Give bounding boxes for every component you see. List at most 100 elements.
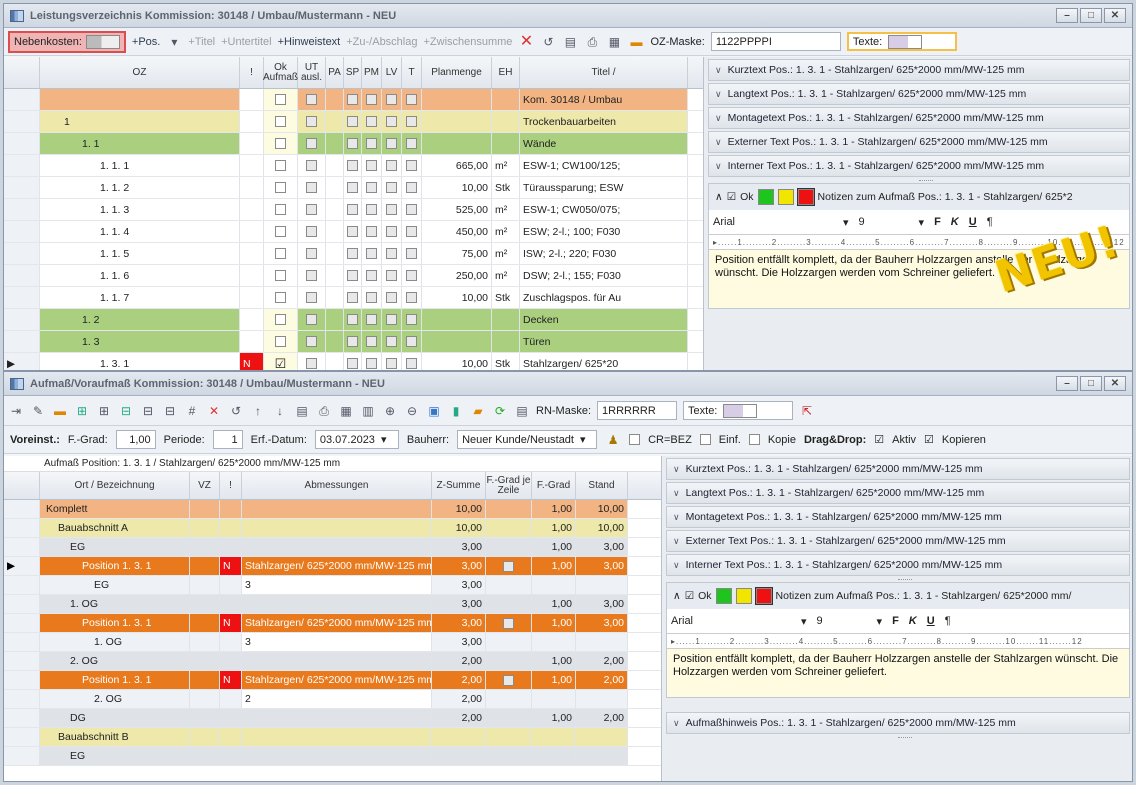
aufmass-col-header[interactable]: F.-Grad je Zeile	[486, 472, 532, 499]
lv-row[interactable]: 1. 1 Wände	[4, 133, 703, 155]
people-icon[interactable]: ♟	[605, 432, 621, 448]
option-checkbox[interactable]	[344, 133, 362, 154]
text-section-header[interactable]: ∨ Interner Text Pos.: 1. 3. 1 - Stahlzarg…	[666, 554, 1130, 580]
up-icon[interactable]: ↑	[250, 403, 266, 419]
bold-icon[interactable]: F	[934, 216, 941, 228]
undo-icon[interactable]: ↺	[540, 34, 556, 50]
option-checkbox[interactable]	[382, 265, 402, 286]
texte-toggle[interactable]: Texte:	[846, 32, 957, 51]
aufmass-row[interactable]: Komplett 10,00 1,00 10,00	[4, 500, 661, 519]
option-checkbox[interactable]	[362, 221, 382, 242]
option-checkbox[interactable]	[362, 111, 382, 132]
option-checkbox[interactable]	[382, 111, 402, 132]
ok-aufmass-checkbox[interactable]: ☑	[264, 353, 298, 370]
erf-datum-select[interactable]: 03.07.2023 ▾	[314, 430, 399, 449]
zoom-in-icon[interactable]: ⊕	[382, 403, 398, 419]
print-icon[interactable]: ⎙	[584, 34, 600, 50]
ok-aufmass-checkbox[interactable]	[264, 287, 298, 308]
insert2-icon[interactable]: ⊟	[140, 403, 156, 419]
bauherr-select[interactable]: Neuer Kunde/Neustadt ▾	[457, 430, 598, 449]
option-checkbox[interactable]	[402, 111, 422, 132]
option-checkbox[interactable]	[298, 309, 326, 330]
kopieren-checkbox[interactable]: ☑	[924, 433, 934, 446]
aufmass-col-header[interactable]: Stand	[576, 472, 628, 499]
add-zwischensumme-button[interactable]: +Zwischensumme	[423, 36, 512, 48]
chart-icon[interactable]: ▮	[448, 403, 464, 419]
pdf-icon[interactable]: ▤	[514, 403, 530, 419]
ruler-icon[interactable]: ▬	[52, 403, 68, 419]
option-checkbox[interactable]	[402, 177, 422, 198]
close-icon[interactable]: ✕	[1104, 376, 1126, 391]
option-checkbox[interactable]	[298, 287, 326, 308]
lv-row[interactable]: 1. 1. 6 250,00 m² DSW; 2-l.; 155; F030	[4, 265, 703, 287]
dropdown-arrow-icon[interactable]: ▾	[166, 34, 182, 50]
number-icon[interactable]: #	[184, 403, 200, 419]
option-checkbox[interactable]	[362, 155, 382, 176]
aufmass-row[interactable]: 2. OG 2,00 1,00 2,00	[4, 652, 661, 671]
notes-textarea[interactable]: Position entfällt komplett, da der Bauhe…	[667, 649, 1129, 697]
option-checkbox[interactable]	[382, 177, 402, 198]
paragraph-icon[interactable]: ¶	[987, 216, 993, 228]
text-section-header[interactable]: ∨ Langtext Pos.: 1. 3. 1 - Stahlzargen/ 6…	[708, 83, 1130, 109]
lv-col-header[interactable]: PA	[326, 57, 344, 88]
size-select[interactable]: 9	[817, 615, 867, 627]
add-titel-button[interactable]: +Titel	[188, 36, 215, 48]
yellow-status-button[interactable]	[735, 588, 752, 604]
option-checkbox[interactable]	[298, 133, 326, 154]
option-checkbox[interactable]	[402, 309, 422, 330]
aufmass-row[interactable]: 1. OG 3,00 1,00 3,00	[4, 595, 661, 614]
ok-aufmass-checkbox[interactable]	[264, 221, 298, 242]
aufmass-col-header[interactable]: !	[220, 472, 242, 499]
aufmass-row[interactable]: Bauabschnitt B	[4, 728, 661, 747]
option-checkbox[interactable]	[298, 331, 326, 352]
option-checkbox[interactable]	[402, 331, 422, 352]
ok-aufmass-checkbox[interactable]	[264, 133, 298, 154]
option-checkbox[interactable]	[362, 133, 382, 154]
aufmass-row[interactable]: EG 3,00 1,00 3,00	[4, 538, 661, 557]
refresh-icon[interactable]: ⟳	[492, 403, 508, 419]
green-status-button[interactable]	[757, 189, 774, 205]
aufmass-row[interactable]: DG 2,00 1,00 2,00	[4, 709, 661, 728]
aufmass-row[interactable]: Position 1. 3. 1 N Stahlzargen/ 625*2000 m…	[4, 671, 661, 690]
chevron-up-icon[interactable]: ∧	[715, 191, 723, 203]
paragraph-icon[interactable]: ¶	[945, 615, 951, 627]
option-checkbox[interactable]	[344, 89, 362, 110]
lv-col-header[interactable]: UT ausl.	[298, 57, 326, 88]
save-icon[interactable]: ▤	[562, 34, 578, 50]
option-checkbox[interactable]	[362, 331, 382, 352]
export-icon[interactable]: ⇱	[799, 403, 815, 419]
texte-toggle[interactable]: Texte:	[683, 401, 794, 420]
option-checkbox[interactable]	[344, 177, 362, 198]
lv-row[interactable]: 1. 1. 2 10,00 Stk Türaussparung; ESW	[4, 177, 703, 199]
option-checkbox[interactable]	[402, 287, 422, 308]
text-section-header[interactable]: ∨ Langtext Pos.: 1. 3. 1 - Stahlzargen/ 6…	[666, 482, 1130, 508]
option-checkbox[interactable]	[382, 309, 402, 330]
ok-aufmass-checkbox[interactable]	[264, 265, 298, 286]
lv-row[interactable]: 1. 1. 7 10,00 Stk Zuschlagspos. für Au	[4, 287, 703, 309]
text-section-header[interactable]: ∨ Externer Text Pos.: 1. 3. 1 - Stahlzarg…	[708, 131, 1130, 157]
minimize-icon[interactable]: –	[1056, 8, 1078, 23]
add-hinweistext-button[interactable]: +Hinweistext	[278, 36, 341, 48]
option-checkbox[interactable]	[362, 199, 382, 220]
option-checkbox[interactable]	[344, 155, 362, 176]
texte-switch[interactable]	[723, 403, 758, 418]
add-row2-icon[interactable]: ⊞	[96, 403, 112, 419]
aufmass-row[interactable]: EG	[4, 747, 661, 766]
option-checkbox[interactable]	[402, 221, 422, 242]
aufmass-row[interactable]: Bauabschnitt A 10,00 1,00 10,00	[4, 519, 661, 538]
lv-col-header[interactable]: LV	[382, 57, 402, 88]
option-checkbox[interactable]	[344, 243, 362, 264]
pin-icon[interactable]: ⇥	[8, 403, 24, 419]
option-checkbox[interactable]	[402, 243, 422, 264]
lv-row[interactable]: 1 Trockenbauarbeiten	[4, 111, 703, 133]
lv-row[interactable]: 1. 1. 5 75,00 m² ISW; 2-l.; 220; F030	[4, 243, 703, 265]
aufmass-row[interactable]: Position 1. 3. 1 N Stahlzargen/ 625*2000 m…	[4, 614, 661, 633]
underline-icon[interactable]: U	[927, 615, 935, 627]
texte-switch[interactable]	[888, 34, 923, 49]
option-checkbox[interactable]	[382, 221, 402, 242]
folder-icon[interactable]: ▰	[470, 403, 486, 419]
italic-icon[interactable]: K	[909, 615, 917, 627]
option-checkbox[interactable]	[362, 243, 382, 264]
periode-input[interactable]: 1	[212, 430, 243, 449]
option-checkbox[interactable]	[402, 155, 422, 176]
